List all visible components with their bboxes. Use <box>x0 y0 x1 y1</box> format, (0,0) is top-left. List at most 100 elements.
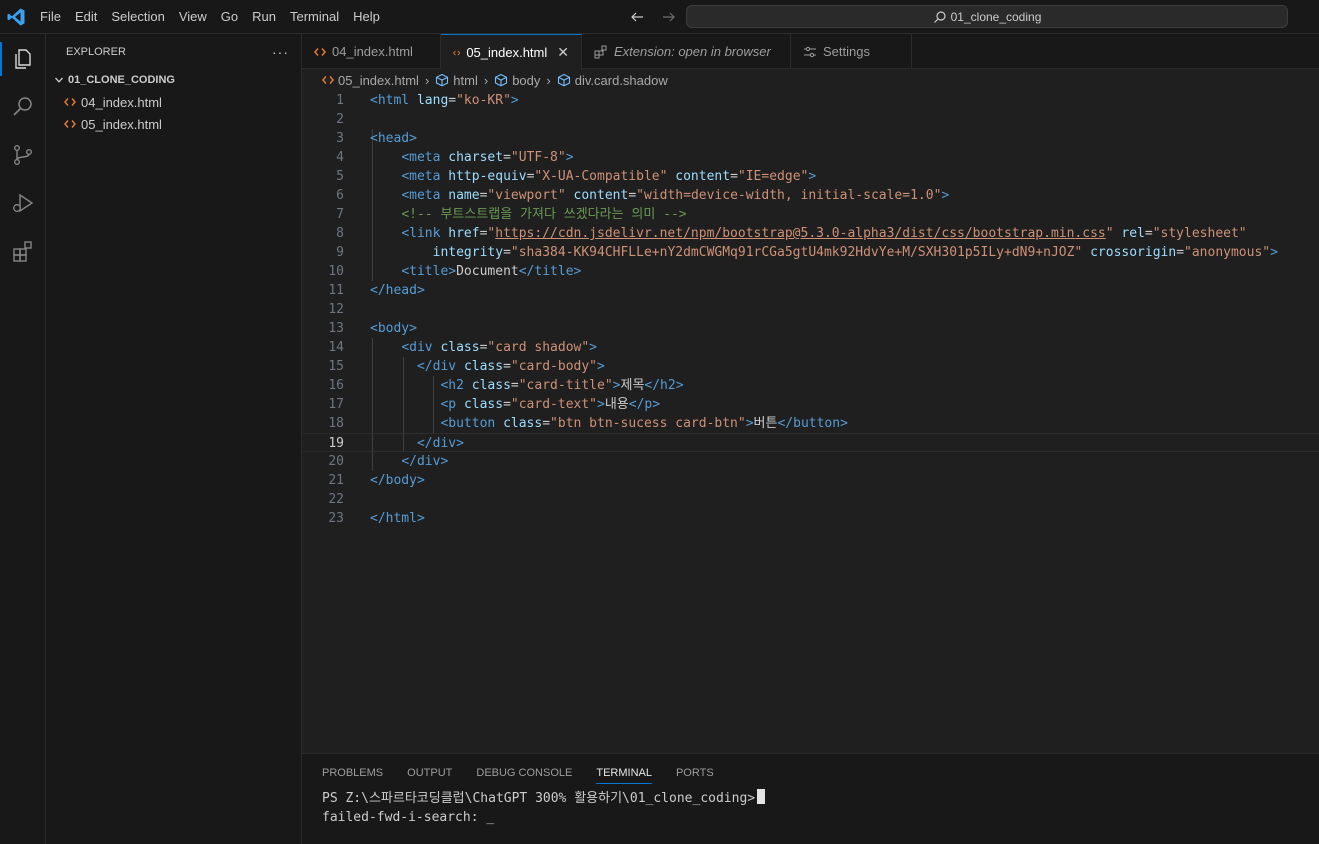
search-icon[interactable] <box>0 84 46 130</box>
folder-root[interactable]: 01_CLONE_CODING <box>46 69 301 91</box>
more-actions-icon[interactable]: ··· <box>272 44 289 60</box>
code-text: <!-- 부트스트랩을 가져다 쓰겠다라는 의미 --> <box>370 205 686 224</box>
menu-edit[interactable]: Edit <box>68 0 104 34</box>
menu-go[interactable]: Go <box>214 0 245 34</box>
code-token: </div> <box>416 436 464 451</box>
explorer-header: EXPLORER ··· <box>46 34 301 69</box>
tab-output[interactable]: OUTPUT <box>407 766 452 784</box>
code-line[interactable]: 15 </div class="card-body"> <box>302 357 1319 376</box>
tab-04-index[interactable]: 04_index.html <box>302 34 441 69</box>
line-number: 9 <box>336 245 344 260</box>
code-text: <button class="btn btn-sucess card-btn">… <box>370 414 847 433</box>
breadcrumb-label: body <box>512 72 541 88</box>
command-center-search[interactable]: 01_clone_coding <box>686 5 1288 28</box>
tab-05-index[interactable]: 05_index.html ✕ <box>441 34 582 70</box>
html-file-icon <box>314 47 326 56</box>
tab-ports[interactable]: PORTS <box>676 766 714 784</box>
code-token: "width=device-width, initial-scale=1.0" <box>636 188 942 203</box>
run-debug-icon[interactable] <box>0 180 46 226</box>
code-line[interactable]: 13 <body> <box>302 319 1319 338</box>
code-token: > <box>1270 245 1278 260</box>
close-icon[interactable]: ✕ <box>557 44 569 61</box>
code-line[interactable]: 20 </div> <box>302 452 1319 471</box>
code-token: lang <box>416 93 449 108</box>
line-number: 21 <box>328 473 344 488</box>
file-item-04-index[interactable]: 04_index.html <box>46 91 301 113</box>
extensions-icon[interactable] <box>0 228 46 274</box>
code-line[interactable]: 7 <!-- 부트스트랩을 가져다 쓰겠다라는 의미 --> <box>302 205 1319 224</box>
terminal-search-line: failed-fwd-i-search: _ <box>322 810 495 825</box>
code-line[interactable]: 16 <h2 class="card-title">제목</h2> <box>302 376 1319 395</box>
extension-icon <box>594 45 607 58</box>
code-text: <meta charset="UTF-8"> <box>370 148 573 167</box>
menu-file[interactable]: File <box>33 0 68 34</box>
code-token: class <box>463 397 504 412</box>
code-token: "ko-KR" <box>456 93 511 108</box>
code-token: </body> <box>370 473 425 488</box>
code-token: http-equiv <box>448 169 527 184</box>
code-line[interactable]: 6 <meta name="viewport" content="width=d… <box>302 186 1319 205</box>
breadcrumb-label: html <box>453 72 478 88</box>
source-control-icon[interactable] <box>0 132 46 178</box>
tab-problems[interactable]: PROBLEMS <box>322 766 383 784</box>
breadcrumb-body[interactable]: body <box>494 73 540 88</box>
code-line[interactable]: 18 <button class="btn btn-sucess card-bt… <box>302 414 1319 433</box>
tab-terminal[interactable]: TERMINAL <box>596 766 652 784</box>
breadcrumb-div[interactable]: div.card.shadow <box>557 73 668 88</box>
breadcrumb-html[interactable]: html <box>435 73 478 88</box>
line-number: 6 <box>336 188 344 203</box>
code-token: "card-text" <box>510 397 597 412</box>
code-editor[interactable]: 1 <html lang="ko-KR"> 2 3 <head> 4 <meta char… <box>302 91 1319 753</box>
code-token: 제목 <box>620 378 645 393</box>
code-token: class <box>471 378 511 393</box>
code-line[interactable]: 14 <div class="card shadow"> <box>302 338 1319 357</box>
code-line[interactable]: 22 <box>302 490 1319 509</box>
breadcrumb-file[interactable]: 05_index.html <box>322 73 419 88</box>
code-line[interactable]: 23 </html> <box>302 509 1319 528</box>
tab-extension-open-in-browser[interactable]: Extension: open in browser <box>582 34 791 69</box>
code-token: "sha384-KK94CHFLLe+nY2dmCWGMq91rCGa5gtU4… <box>510 245 1083 260</box>
chevron-down-icon <box>52 75 66 85</box>
code-token: <head> <box>370 131 417 146</box>
forward-arrow-icon[interactable] <box>660 8 678 26</box>
editor-tabs: 04_index.html 05_index.html ✕ Extension:… <box>302 34 1319 70</box>
code-line[interactable]: 11 </head> <box>302 281 1319 300</box>
menu-run[interactable]: Run <box>245 0 283 34</box>
code-line[interactable]: 4 <meta charset="UTF-8"> <box>302 148 1319 167</box>
code-token: > <box>745 416 754 431</box>
code-token: <html <box>370 93 417 108</box>
code-line[interactable]: 17 <p class="card-text">내용</p> <box>302 395 1319 414</box>
code-token: </title> <box>518 264 582 279</box>
code-line[interactable]: 12 <box>302 300 1319 319</box>
tab-debug-console[interactable]: DEBUG CONSOLE <box>476 766 572 784</box>
terminal-output[interactable]: PS Z:\스파르타코딩클럽\ChatGPT 300% 활용하기\01_clon… <box>322 789 766 827</box>
menu-help[interactable]: Help <box>346 0 387 34</box>
code-line[interactable]: 8 <link href = "https://cdn.jsdelivr.net/n… <box>302 224 1319 243</box>
menu-selection[interactable]: Selection <box>104 0 171 34</box>
code-text: <h2 class="card-title">제목</h2> <box>370 376 683 395</box>
file-item-05-index[interactable]: 05_index.html <box>46 113 301 135</box>
explorer-sidebar: EXPLORER ··· 01_CLONE_CODING 04_index.ht… <box>46 34 302 844</box>
code-line[interactable]: 19 </div> <box>302 433 1319 452</box>
code-text: <p class="card-text">내용</p> <box>370 395 660 414</box>
code-line[interactable]: 5 <meta http-equiv = "X-UA-Compatible" con… <box>302 167 1319 186</box>
menu-view[interactable]: View <box>172 0 214 34</box>
code-token: </p> <box>628 397 661 412</box>
code-token: = <box>503 150 511 165</box>
code-line[interactable]: 21 </body> <box>302 471 1319 490</box>
code-token: <div <box>401 340 441 355</box>
tab-settings[interactable]: Settings <box>791 34 912 69</box>
menu-terminal[interactable]: Terminal <box>283 0 346 34</box>
code-line[interactable]: 9 integrity="sha384-KK94CHFLLe+nY2dmCWGM… <box>302 243 1319 262</box>
code-token: </head> <box>370 283 425 298</box>
code-line[interactable]: 3 <head> <box>302 129 1319 148</box>
code-line[interactable]: 1 <html lang="ko-KR"> <box>302 91 1319 110</box>
code-token: 버튼 <box>753 416 778 431</box>
code-line[interactable]: 10 <title>Document</title> <box>302 262 1319 281</box>
code-line[interactable]: 2 <box>302 110 1319 129</box>
explorer-icon[interactable] <box>0 36 46 82</box>
code-token: </div> <box>401 454 449 469</box>
back-arrow-icon[interactable] <box>628 8 646 26</box>
